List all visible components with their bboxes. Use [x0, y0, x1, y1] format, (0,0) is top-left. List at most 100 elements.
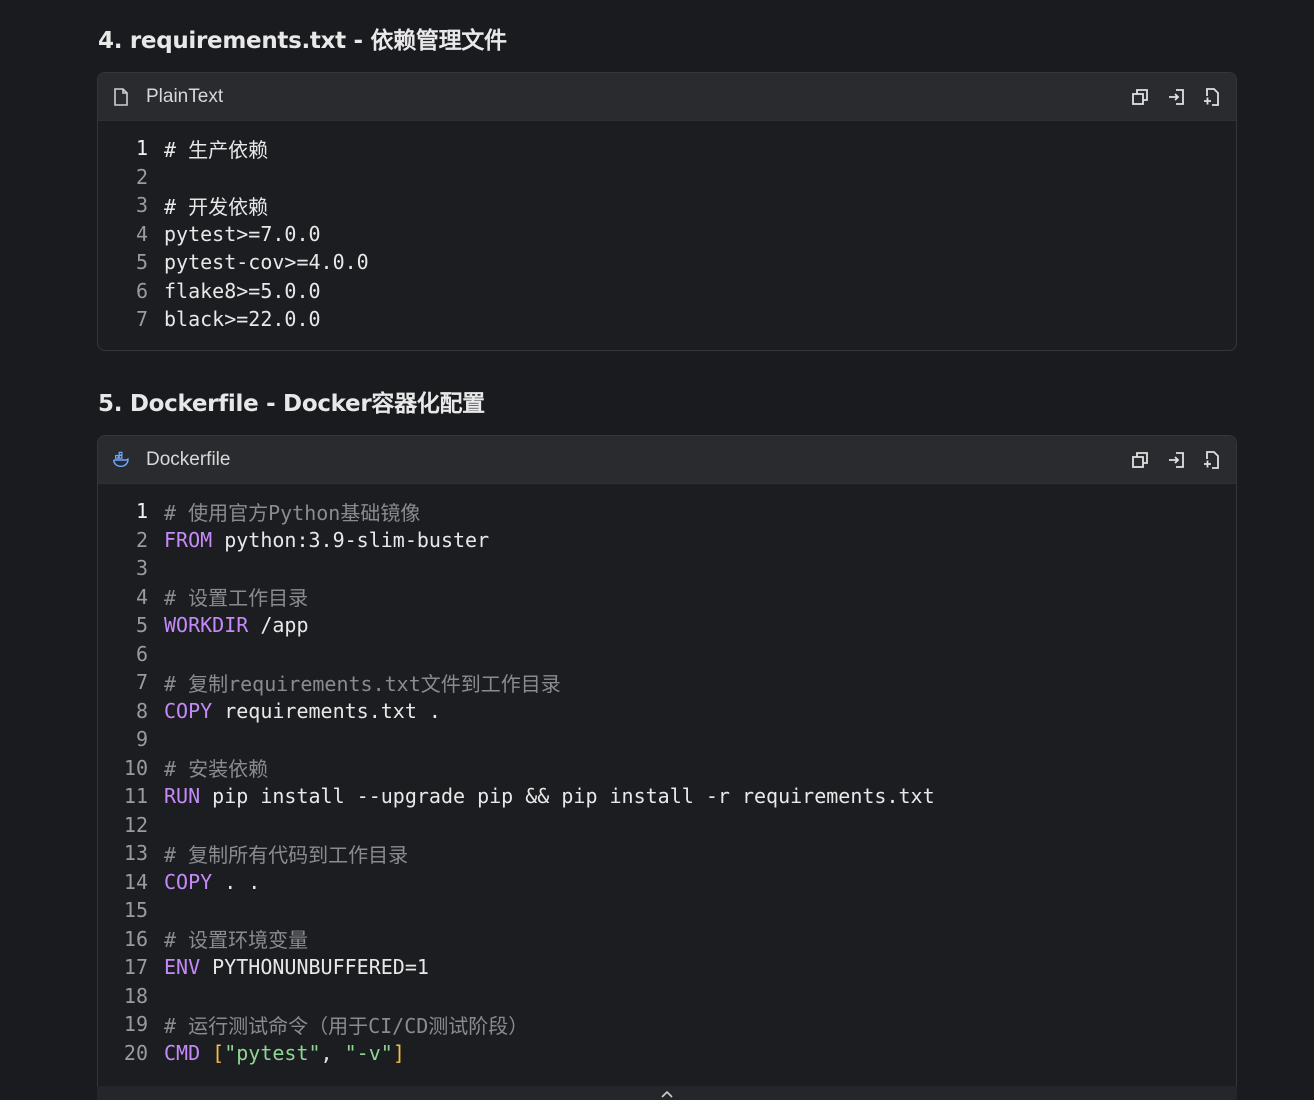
- code-text: COPY requirements.txt .: [148, 699, 441, 723]
- code-token: COPY: [164, 698, 213, 723]
- new-file-icon[interactable]: [1202, 87, 1222, 107]
- code-token: # 设置工作目录: [164, 586, 309, 611]
- line-number: 6: [135, 641, 148, 666]
- code-text: RUN pip install --upgrade pip && pip ins…: [148, 784, 935, 808]
- code-text: pytest>=7.0.0: [148, 222, 321, 246]
- insert-icon[interactable]: [1166, 450, 1186, 470]
- code-block-header: PlainText: [98, 73, 1236, 121]
- line-number: 1: [135, 136, 148, 161]
- code-block-requirements: PlainText 1 # 生产依赖 2 3 # 开发依赖 4 pytest>=7.0.0 5…: [97, 72, 1237, 351]
- code-text: # 复制所有代码到工作目录: [148, 839, 408, 868]
- line-number: 4: [135, 221, 148, 246]
- code-token: # 使用官方Python基础镜像: [164, 500, 421, 525]
- code-token: pytest-cov>=4.0.0: [164, 250, 369, 275]
- code-text: # 复制requirements.txt文件到工作目录: [148, 668, 561, 697]
- code-text: black>=22.0.0: [148, 307, 321, 331]
- code-token: pip install --upgrade pip && pip install…: [200, 784, 935, 809]
- code-token: # 生产依赖: [164, 137, 269, 162]
- code-text: # 使用官方Python基础镜像: [148, 497, 420, 526]
- code-text: # 设置工作目录: [148, 582, 308, 611]
- code-block-dockerfile: Dockerfile 1 # 使用官方Python基础镜像 2 FROM python…: [97, 435, 1237, 1100]
- code-line: 4 # 设置工作目录: [98, 583, 1236, 612]
- code-token: # 开发依赖: [164, 194, 269, 219]
- code-token: PYTHONUNBUFFERED=1: [200, 955, 429, 980]
- line-number: 3: [135, 556, 148, 581]
- code-body[interactable]: 1 # 使用官方Python基础镜像 2 FROM python:3.9-slim-b…: [98, 484, 1236, 1083]
- file-icon: [112, 87, 130, 106]
- language-label: Dockerfile: [146, 448, 231, 470]
- line-number: 3: [135, 193, 148, 218]
- language-label: PlainText: [146, 85, 224, 107]
- code-line: 7 black>=22.0.0: [98, 305, 1236, 334]
- code-token: [: [212, 1040, 225, 1065]
- code-text: # 设置环境变量: [148, 924, 308, 953]
- code-line: 12: [98, 811, 1236, 840]
- code-token: # 安装依赖: [164, 757, 269, 782]
- line-number: 2: [135, 164, 148, 189]
- code-text: # 运行测试命令（用于CI/CD测试阶段）: [148, 1010, 528, 1039]
- line-number: 7: [135, 670, 148, 695]
- copy-icon[interactable]: [1130, 87, 1150, 107]
- line-number: 15: [123, 898, 148, 923]
- code-token: flake8>=5.0.0: [164, 278, 321, 303]
- code-token: COPY: [164, 869, 213, 894]
- line-number: 18: [123, 983, 148, 1008]
- code-line: 2: [98, 163, 1236, 192]
- line-number: 19: [123, 1012, 148, 1037]
- code-line: 18: [98, 982, 1236, 1011]
- code-line: 2 FROM python:3.9-slim-buster: [98, 526, 1236, 555]
- code-token: black>=22.0.0: [164, 307, 321, 332]
- code-token: WORKDIR: [164, 613, 249, 638]
- line-number: 8: [135, 698, 148, 723]
- code-line: 8 COPY requirements.txt .: [98, 697, 1236, 726]
- code-token: "pytest": [224, 1040, 321, 1065]
- collapse-bar[interactable]: [97, 1086, 1237, 1100]
- line-number: 12: [123, 812, 148, 837]
- code-line: 4 pytest>=7.0.0: [98, 220, 1236, 249]
- code-text: ENV PYTHONUNBUFFERED=1: [148, 955, 429, 979]
- line-number: 5: [135, 613, 148, 638]
- line-number: 20: [123, 1040, 148, 1065]
- line-number: 5: [135, 250, 148, 275]
- code-text: COPY . .: [148, 870, 260, 894]
- code-line: 16 # 设置环境变量: [98, 925, 1236, 954]
- code-line: 5 pytest-cov>=4.0.0: [98, 248, 1236, 277]
- code-token: RUN: [164, 784, 201, 809]
- code-line: 9: [98, 725, 1236, 754]
- code-text: CMD ["pytest", "-v"]: [148, 1041, 405, 1065]
- chevron-up-icon[interactable]: [660, 1086, 674, 1100]
- code-text: WORKDIR /app: [148, 613, 309, 637]
- line-number: 4: [135, 584, 148, 609]
- code-body[interactable]: 1 # 生产依赖 2 3 # 开发依赖 4 pytest>=7.0.0 5 pytest-cov…: [98, 121, 1236, 350]
- code-token: # 复制requirements.txt文件到工作目录: [164, 671, 561, 696]
- copy-icon[interactable]: [1130, 450, 1150, 470]
- code-line: 17 ENV PYTHONUNBUFFERED=1: [98, 953, 1236, 982]
- code-token: ,: [320, 1040, 345, 1065]
- line-number: 14: [123, 869, 148, 894]
- code-text: # 生产依赖: [148, 134, 268, 163]
- insert-icon[interactable]: [1166, 87, 1186, 107]
- line-number: 17: [123, 955, 148, 980]
- code-line: 10 # 安装依赖: [98, 754, 1236, 783]
- code-token: . .: [212, 869, 261, 894]
- code-text: pytest-cov>=4.0.0: [148, 250, 369, 274]
- code-text: FROM python:3.9-slim-buster: [148, 528, 489, 552]
- line-number: 13: [123, 841, 148, 866]
- line-number: 7: [135, 307, 148, 332]
- code-token: # 复制所有代码到工作目录: [164, 842, 409, 867]
- code-token: ENV: [164, 955, 201, 980]
- section-title-requirements: 4. requirements.txt - 依赖管理文件: [98, 28, 507, 54]
- code-token: ]: [392, 1040, 405, 1065]
- code-token: /app: [248, 613, 309, 638]
- line-number: 9: [135, 727, 148, 752]
- new-file-icon[interactable]: [1202, 450, 1222, 470]
- line-number: 10: [123, 755, 148, 780]
- line-number: 2: [135, 527, 148, 552]
- code-token: "-v": [344, 1040, 393, 1065]
- code-line: 7 # 复制requirements.txt文件到工作目录: [98, 668, 1236, 697]
- code-token: CMD: [164, 1040, 201, 1065]
- code-line: 14 COPY . .: [98, 868, 1236, 897]
- docker-icon: [112, 451, 130, 469]
- code-token: pytest>=7.0.0: [164, 221, 321, 246]
